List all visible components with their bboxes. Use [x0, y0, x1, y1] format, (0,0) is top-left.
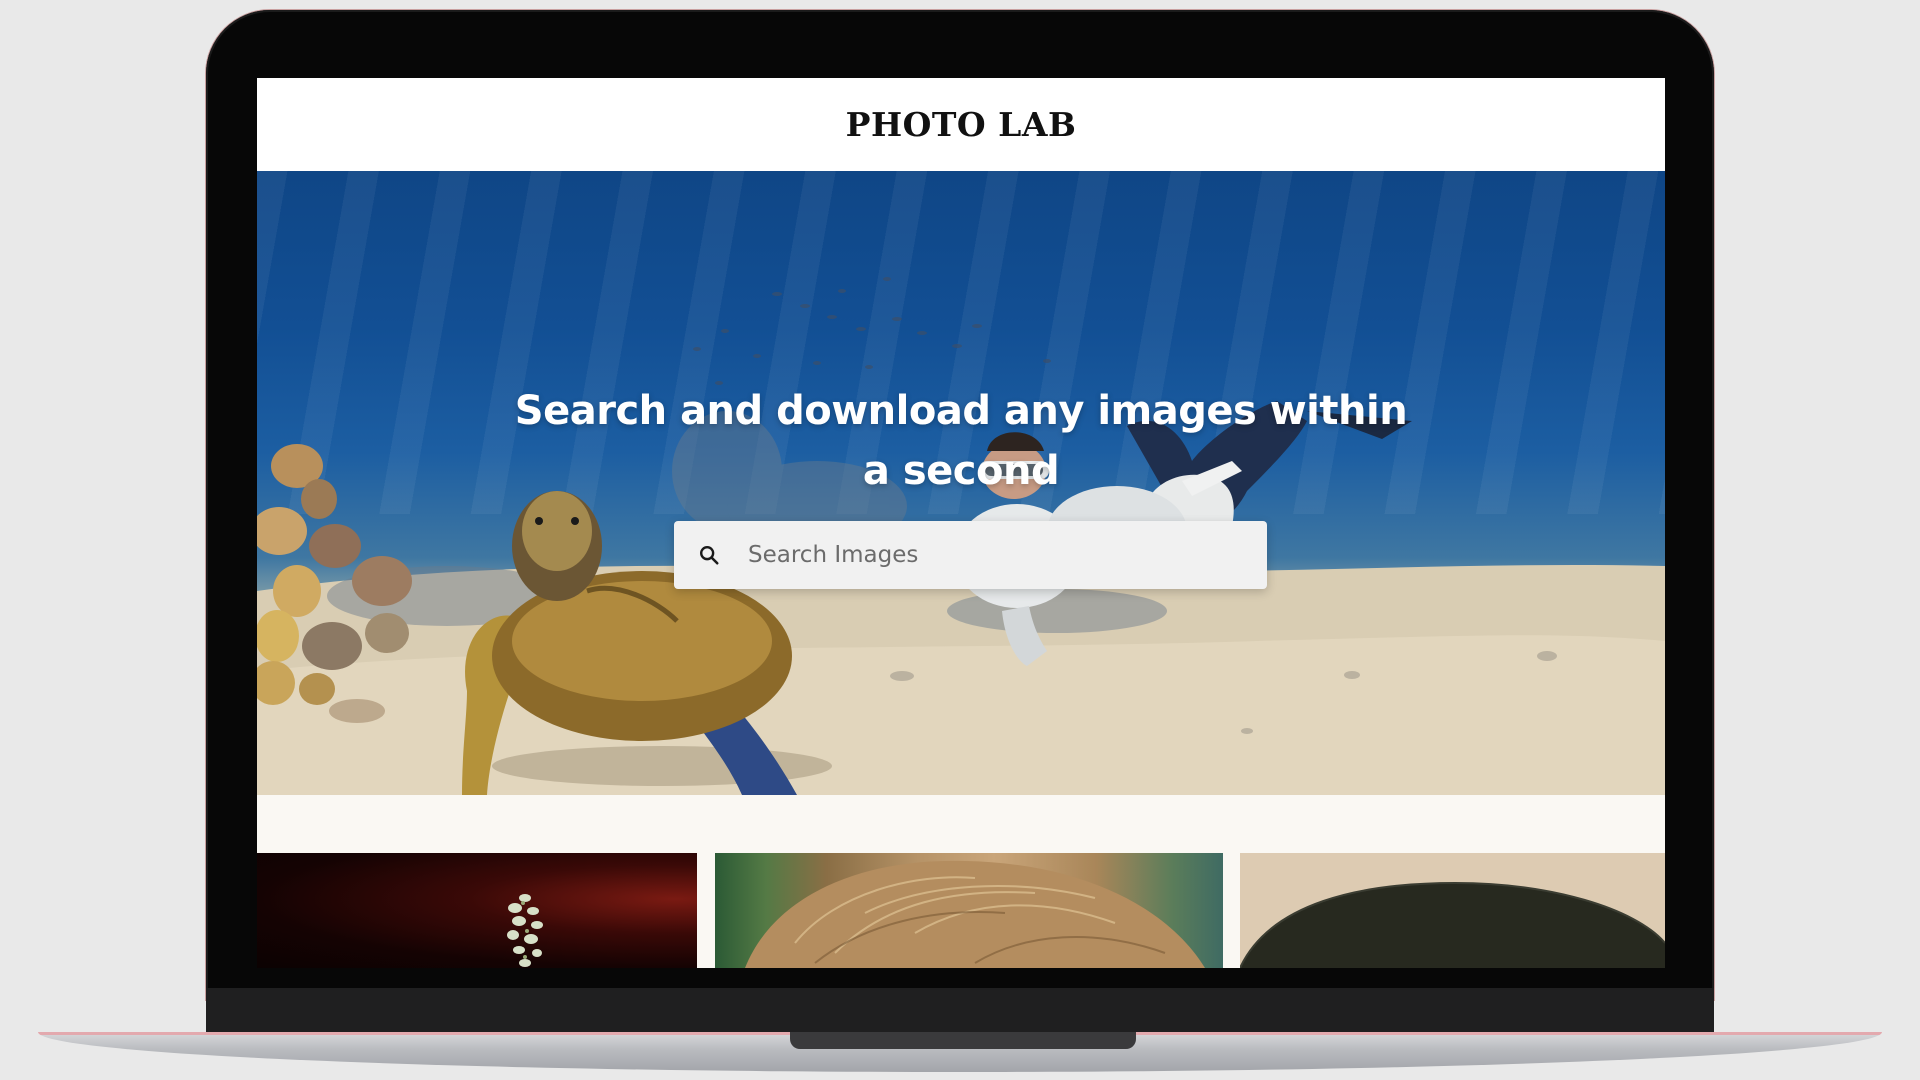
brand-logo[interactable]: PHOTO LAB — [846, 105, 1077, 144]
gallery-image-card[interactable] — [715, 853, 1223, 968]
laptop-chin — [206, 988, 1714, 1034]
gallery-image-card[interactable] — [257, 853, 697, 968]
hero-section: Search and download any images within a … — [257, 171, 1665, 795]
image-gallery — [257, 853, 1665, 968]
laptop-notch — [790, 1032, 1136, 1049]
search-icon[interactable] — [674, 521, 744, 589]
fish-school — [693, 277, 1051, 385]
hero-title: Search and download any images within a … — [514, 388, 1408, 494]
dark-dome-image — [1240, 881, 1665, 968]
gallery-image-card[interactable] — [1240, 853, 1665, 968]
coral-plant-image — [507, 894, 543, 967]
site-header: PHOTO LAB — [257, 78, 1665, 171]
search-input[interactable] — [744, 521, 1267, 589]
browser-screen: PHOTO LAB Search and download any images… — [257, 78, 1665, 968]
search-bar[interactable] — [674, 521, 1267, 589]
hair-closeup-image — [745, 860, 1205, 968]
